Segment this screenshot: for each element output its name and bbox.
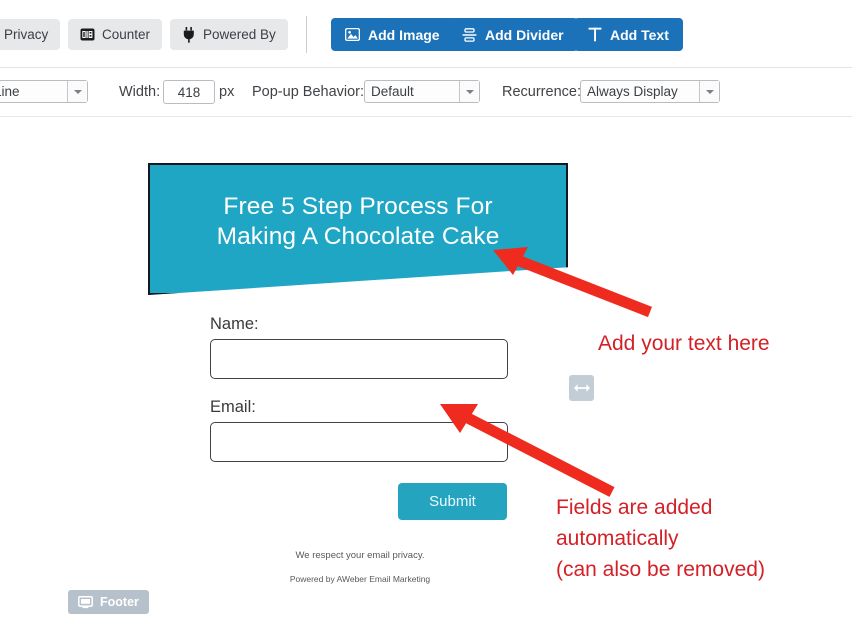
- add-divider-label: Add Divider: [485, 26, 564, 43]
- recurrence-select[interactable]: Always Display: [580, 80, 720, 103]
- horizontal-resize-handle[interactable]: [569, 375, 594, 401]
- add-divider-button[interactable]: Add Divider: [448, 18, 578, 51]
- monitor-icon: [78, 595, 93, 609]
- name-input[interactable]: [210, 339, 508, 379]
- powered-by-button-label: Powered By: [203, 26, 276, 42]
- footer-badge-label: Footer: [100, 595, 139, 609]
- name-field-label: Name:: [210, 315, 259, 333]
- email-field-label: Email:: [210, 398, 256, 416]
- top-toolbar: Privacy Counter Powered By Add Image Add…: [0, 0, 852, 68]
- popup-behavior-label: Pop-up Behavior:: [252, 84, 365, 100]
- width-input[interactable]: [163, 80, 215, 104]
- annotation-fields-line2: automatically: [556, 527, 679, 550]
- recurrence-value: Always Display: [587, 84, 678, 99]
- counter-icon: [80, 28, 95, 41]
- annotation-fields-line1: Fields are added: [556, 496, 713, 519]
- recurrence-label: Recurrence:: [502, 84, 581, 100]
- privacy-button[interactable]: Privacy: [0, 19, 61, 50]
- submit-button[interactable]: Submit: [398, 483, 507, 520]
- annotation-fields-added: Fields are added automatically (can also…: [556, 492, 765, 585]
- add-image-label: Add Image: [368, 26, 440, 43]
- headline-banner[interactable]: Free 5 Step Process For Making A Chocola…: [148, 163, 568, 295]
- chevron-down-icon: [67, 81, 87, 102]
- divider-icon: [462, 27, 477, 42]
- banner-headline-line2: Making A Chocolate Cake: [216, 223, 500, 250]
- privacy-button-label: Privacy: [4, 26, 49, 42]
- line-style-value: Line: [0, 84, 20, 99]
- annotation-fields-line3: (can also be removed): [556, 558, 765, 581]
- add-text-label: Add Text: [610, 26, 669, 43]
- annotation-add-text: Add your text here: [598, 332, 770, 355]
- banner-headline: Free 5 Step Process For Making A Chocola…: [148, 192, 568, 252]
- horizontal-resize-icon: [573, 383, 591, 393]
- popup-behavior-value: Default: [371, 84, 414, 99]
- line-style-select[interactable]: Line: [0, 80, 88, 103]
- counter-button-label: Counter: [102, 26, 151, 42]
- plug-icon: [182, 26, 196, 43]
- image-icon: [345, 28, 360, 41]
- add-text-button[interactable]: Add Text: [574, 18, 683, 51]
- banner-headline-line1: Free 5 Step Process For: [223, 193, 493, 220]
- counter-button[interactable]: Counter: [68, 19, 163, 50]
- chevron-down-icon: [699, 81, 719, 102]
- add-image-button[interactable]: Add Image: [331, 18, 454, 51]
- chevron-down-icon: [459, 81, 479, 102]
- email-input[interactable]: [210, 422, 508, 462]
- footer-badge[interactable]: Footer: [68, 590, 149, 614]
- px-unit-label: px: [219, 84, 235, 100]
- powered-by-button[interactable]: Powered By: [170, 19, 288, 50]
- toolbar-divider: [306, 16, 307, 53]
- text-icon: [588, 27, 602, 42]
- popup-behavior-select[interactable]: Default: [364, 80, 480, 103]
- width-label: Width:: [119, 84, 161, 100]
